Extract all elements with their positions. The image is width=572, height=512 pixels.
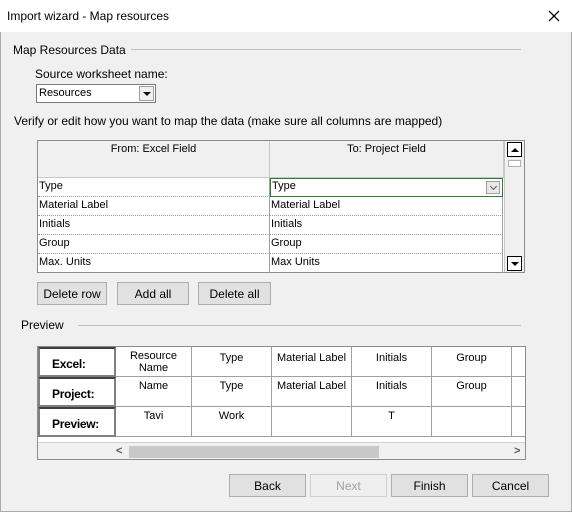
row-header-project: Project: [38, 377, 116, 407]
delete-row-button[interactable]: Delete row [37, 282, 107, 305]
to-cell[interactable]: Group [270, 235, 503, 254]
to-cell-active[interactable]: Type [270, 178, 503, 197]
next-button[interactable]: Next [310, 474, 387, 497]
arrow-up-icon [510, 147, 519, 152]
from-cell[interactable]: Group [38, 235, 270, 254]
horizontal-scroll-thumb[interactable] [129, 446, 379, 458]
map-group-divider [131, 49, 521, 50]
row-header-excel: Excel: [38, 347, 116, 377]
source-worksheet-dropdown-button[interactable] [139, 86, 154, 101]
scroll-down-button[interactable] [507, 256, 522, 271]
from-cell[interactable]: Max. Units [38, 254, 270, 273]
title-bar: Import wizard - Map resources [0, 0, 572, 32]
chevron-down-icon [489, 182, 497, 190]
to-cell[interactable]: Initials [270, 216, 503, 235]
scroll-thumb[interactable] [508, 160, 521, 167]
preview-cell: Tavi [116, 407, 192, 437]
project-cell: Name [116, 377, 192, 407]
excel-cell: Type [192, 347, 272, 377]
from-column-header: From: Excel Field [38, 141, 270, 178]
from-cell[interactable]: Initials [38, 216, 270, 235]
close-icon [548, 10, 560, 22]
mapping-grid[interactable]: From: Excel Field To: Project Field Type… [37, 140, 525, 273]
preview-cell [432, 407, 512, 437]
to-cell-dropdown-button[interactable] [486, 181, 500, 194]
close-button[interactable] [536, 0, 572, 32]
project-cell: Group [432, 377, 512, 407]
excel-cell [512, 347, 525, 377]
to-cell[interactable]: Material Label [270, 197, 503, 216]
back-button[interactable]: Back [229, 474, 306, 497]
project-cell [512, 377, 525, 407]
scroll-right-button[interactable]: > [514, 445, 520, 457]
source-worksheet-select[interactable]: Resources [36, 84, 156, 103]
from-cell[interactable]: Type [38, 178, 270, 197]
row-header-preview: Preview: [38, 407, 116, 437]
mapping-instructions: Verify or edit how you want to map the d… [14, 114, 443, 128]
excel-cell: Initials [352, 347, 432, 377]
preview-group-label: Preview [21, 318, 64, 332]
window-title: Import wizard - Map resources [7, 9, 170, 23]
add-all-button[interactable]: Add all [117, 282, 189, 305]
source-worksheet-value: Resources [39, 87, 92, 99]
delete-all-button[interactable]: Delete all [198, 282, 271, 305]
preview-horizontal-scrollbar[interactable]: < > [38, 442, 525, 459]
excel-cell: Material Label [272, 347, 352, 377]
source-worksheet-label: Source worksheet name: [35, 67, 168, 81]
preview-cell [272, 407, 352, 437]
preview-cell: Work [192, 407, 272, 437]
from-cell[interactable]: Material Label [38, 197, 270, 216]
project-cell: Initials [352, 377, 432, 407]
finish-button[interactable]: Finish [391, 474, 468, 497]
preview-cell [512, 407, 525, 437]
cancel-button[interactable]: Cancel [472, 474, 549, 497]
scroll-up-button[interactable] [507, 142, 522, 157]
preview-group-divider [78, 325, 521, 326]
scroll-left-button[interactable]: < [116, 445, 122, 457]
excel-cell: Group [432, 347, 512, 377]
to-column-header: To: Project Field [270, 141, 504, 178]
preview-cell: T [352, 407, 432, 437]
excel-cell: Resource Name [116, 347, 192, 377]
project-cell: Type [192, 377, 272, 407]
to-cell-value: Type [272, 180, 296, 192]
preview-grid: Excel: Project: Preview: Resource Name T… [37, 346, 526, 460]
map-group-label: Map Resources Data [13, 43, 126, 57]
chevron-down-icon [142, 91, 151, 96]
project-cell: Material Label [272, 377, 352, 407]
to-cell[interactable]: Max Units [270, 254, 503, 273]
arrow-down-icon [510, 261, 519, 266]
mapping-vertical-scrollbar[interactable] [504, 141, 524, 272]
